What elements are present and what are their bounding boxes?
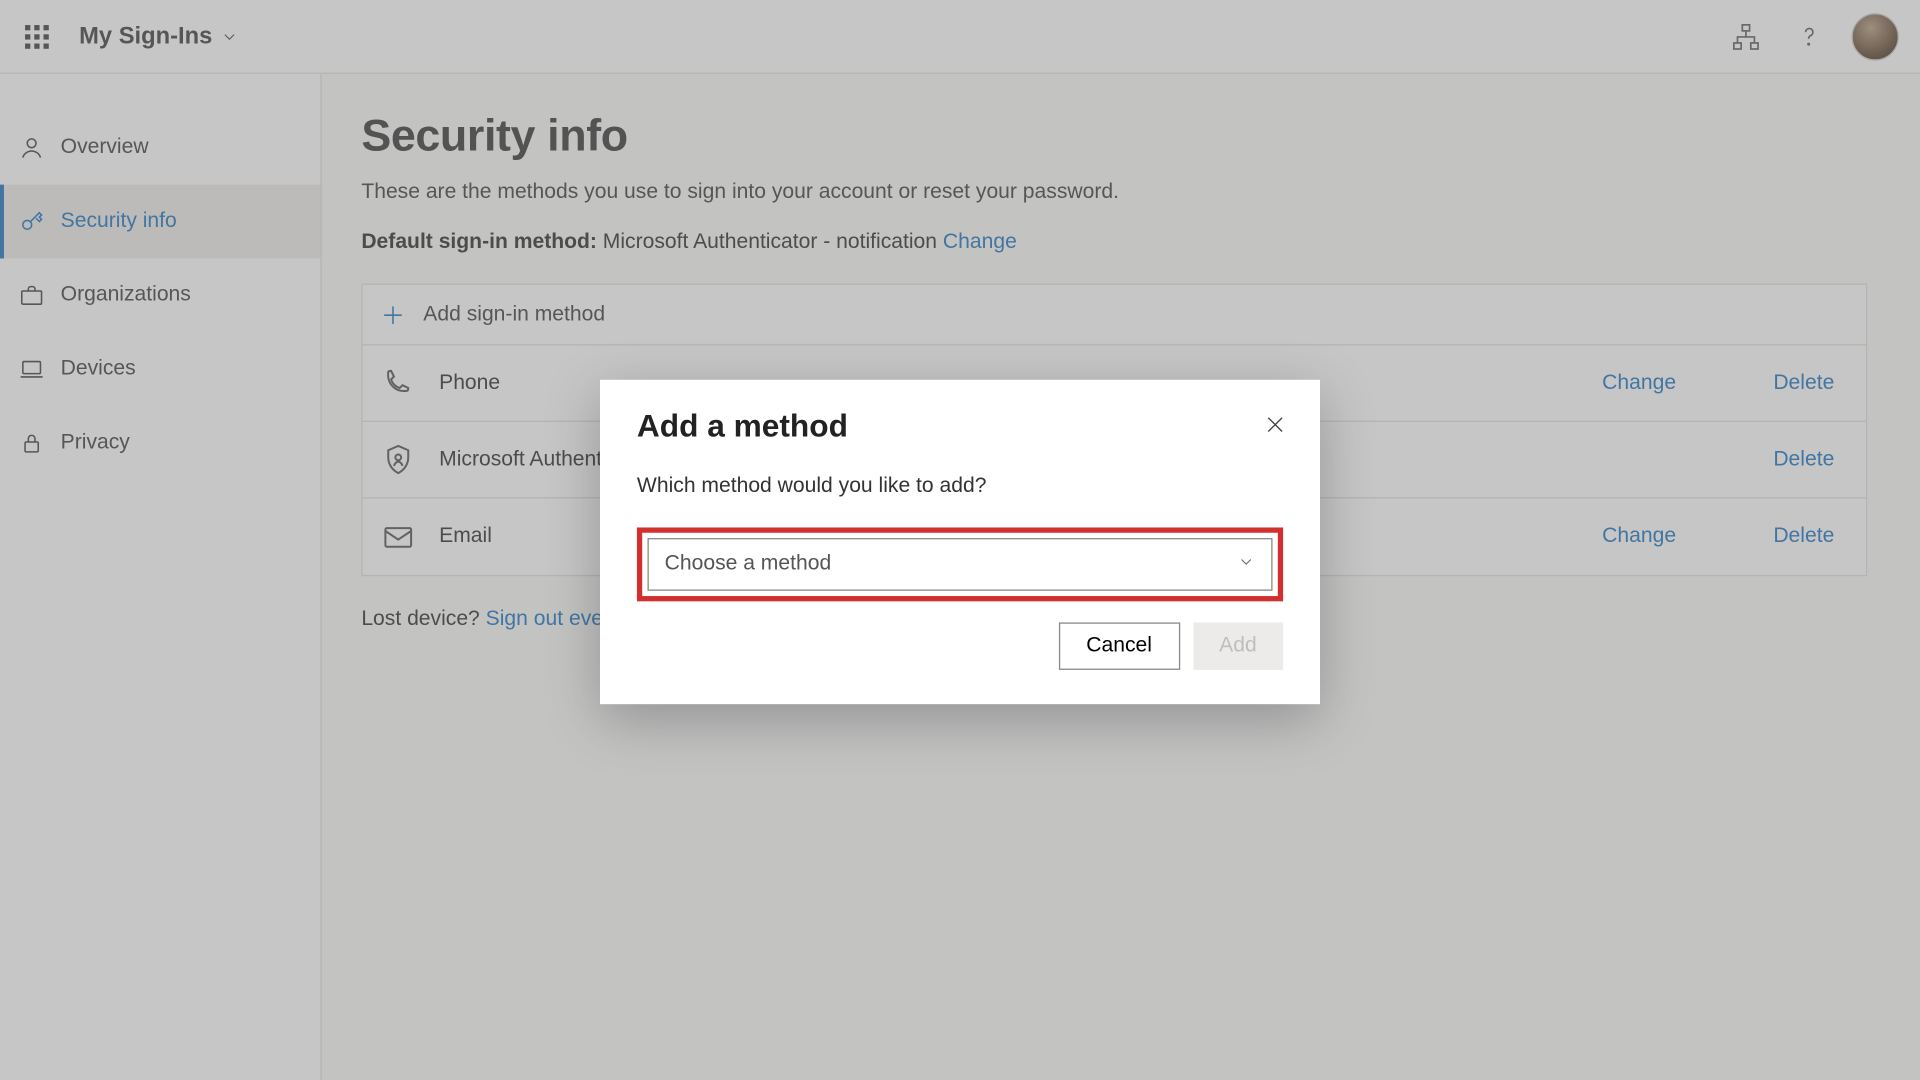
select-placeholder: Choose a method bbox=[665, 553, 832, 577]
highlight-annotation: Choose a method bbox=[637, 527, 1283, 601]
close-dialog-button[interactable] bbox=[1257, 406, 1294, 443]
add-button: Add bbox=[1193, 622, 1283, 669]
add-method-dialog: Add a method Which method would you like… bbox=[600, 380, 1320, 704]
dialog-title: Add a method bbox=[637, 409, 1283, 446]
modal-overlay[interactable]: Add a method Which method would you like… bbox=[0, 0, 1920, 1080]
cancel-button-label: Cancel bbox=[1086, 634, 1152, 658]
dialog-actions: Cancel Add bbox=[637, 622, 1283, 669]
add-button-label: Add bbox=[1219, 634, 1257, 658]
dialog-subtitle: Which method would you like to add? bbox=[637, 475, 1283, 499]
chevron-down-icon bbox=[1237, 552, 1255, 577]
cancel-button[interactable]: Cancel bbox=[1059, 622, 1180, 669]
close-icon bbox=[1263, 413, 1287, 437]
method-select[interactable]: Choose a method bbox=[647, 538, 1272, 591]
